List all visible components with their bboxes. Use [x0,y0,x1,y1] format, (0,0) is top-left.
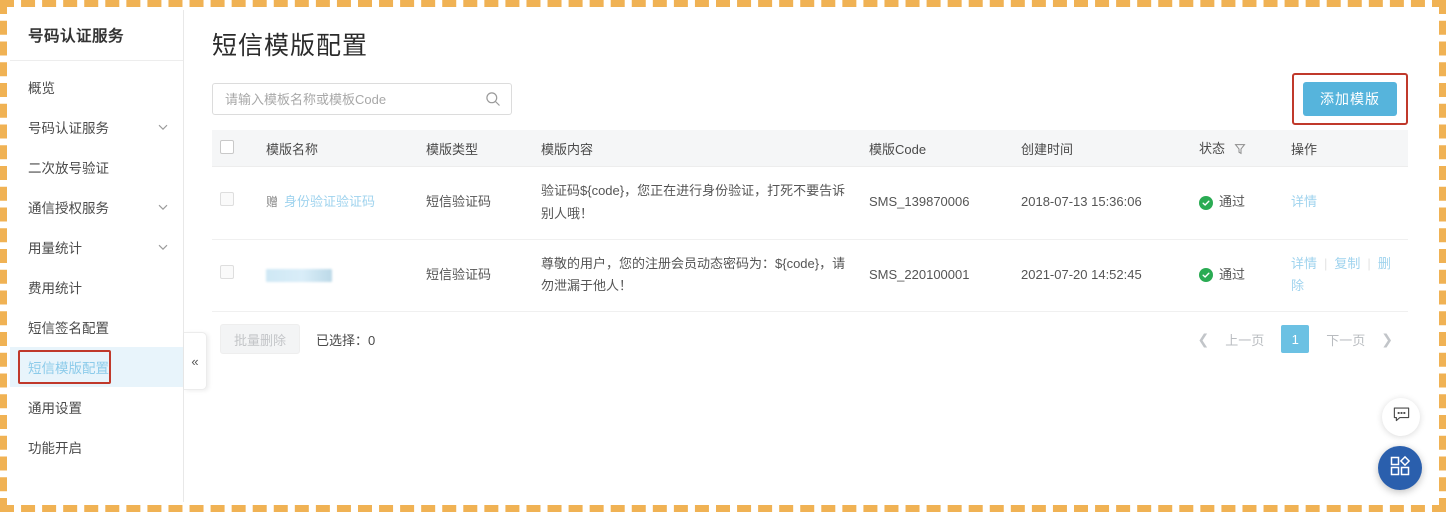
column-header-created-time: 创建时间 [1013,130,1191,167]
pagination-prev-arrow-icon[interactable]: ❮ [1191,325,1217,353]
sidebar-item-cost-stats[interactable]: 费用统计 [10,267,183,307]
table-header-row: 模版名称 模版类型 模版内容 模版Code 创建时间 状态 操作 [212,130,1408,167]
action-separator: | [1324,255,1328,271]
sidebar-item-feature-enable[interactable]: 功能开启 [10,427,183,467]
filter-icon[interactable] [1234,143,1246,158]
pagination-page-1[interactable]: 1 [1281,325,1310,353]
search-input[interactable] [223,90,484,108]
table-row[interactable]: 短信验证码 尊敬的用户，您的注册会员动态密码为：${code}，请勿泄漏于他人！… [212,239,1408,312]
cell-template-name: 赠身份验证验证码 [258,166,418,240]
column-header-actions: 操作 [1283,130,1408,167]
selected-count-value: 0 [368,332,376,348]
chat-bubble-button[interactable] [1382,398,1420,436]
double-chevron-left-icon: « [191,353,199,369]
column-header-status-label: 状态 [1199,141,1226,156]
apps-grid-icon [1388,454,1412,483]
sidebar-item-sms-template-config[interactable]: 短信模版配置 [10,347,183,387]
capture-frame: 号码认证服务 概览 号码认证服务 二次放号验证 通信授权服务 用量统计 费用统计… [0,0,1446,512]
table-footer: 批量删除 已选择：0 ❮ 上一页 1 下一页 ❯ [212,312,1408,366]
sidebar-item-label: 短信模版配置 [28,361,109,376]
gift-tag: 赠 [266,195,279,210]
template-table: 模版名称 模版类型 模版内容 模版Code 创建时间 状态 操作 赠 身份验证验… [212,130,1408,312]
chevron-down-icon [157,241,169,253]
sidebar-divider [10,60,183,61]
redacted-template-name[interactable] [266,268,332,282]
sidebar-collapse-button[interactable]: « [184,332,207,390]
sidebar-item-general-settings[interactable]: 通用设置 [10,387,183,427]
sidebar-item-secondary-number-verify[interactable]: 二次放号验证 [10,147,183,187]
pagination-prev-button[interactable]: 上一页 [1218,325,1271,353]
sidebar-item-comm-auth-service[interactable]: 通信授权服务 [10,187,183,227]
cell-actions: 详情 [1283,166,1408,240]
action-detail-link[interactable]: 详情 [1291,194,1317,209]
sidebar-item-overview[interactable]: 概览 [10,67,183,107]
row-checkbox[interactable] [220,264,234,279]
row-select-cell [212,239,258,312]
page-title: 短信模版配置 [212,32,369,60]
select-all-header [212,130,258,167]
status-check-icon [1199,268,1213,283]
sidebar-item-label: 功能开启 [28,441,82,456]
column-header-type: 模版类型 [418,130,533,167]
action-detail-link[interactable]: 详情 [1291,256,1317,271]
table-header: 模版名称 模版类型 模版内容 模版Code 创建时间 状态 操作 [212,130,1408,167]
sidebar-title: 号码认证服务 [28,28,125,45]
cell-status: 通过 [1191,166,1283,240]
apps-grid-button[interactable] [1378,446,1422,490]
cell-created-time: 2021-07-20 14:52:45 [1013,239,1191,312]
toolbar: 添加模版 [212,73,1408,125]
select-all-checkbox[interactable] [220,139,234,154]
table-row[interactable]: 赠身份验证验证码 短信验证码 验证码${code}，您正在进行身份验证，打死不要… [212,166,1408,240]
sidebar-item-label: 短信签名配置 [28,321,109,336]
search-box[interactable] [212,83,512,115]
cell-created-time: 2018-07-13 15:36:06 [1013,166,1191,240]
selected-count: 已选择：0 [316,330,375,349]
pagination: ❮ 上一页 1 下一页 ❯ [1191,325,1401,353]
cell-template-code: SMS_220100001 [861,239,1013,312]
status-label: 通过 [1219,266,1246,282]
cell-template-type: 短信验证码 [418,239,533,312]
cell-template-code: SMS_139870006 [861,166,1013,240]
pagination-next-arrow-icon[interactable]: ❯ [1374,325,1400,353]
bulk-delete-button[interactable]: 批量删除 [220,324,301,354]
column-header-code: 模版Code [861,130,1013,167]
row-select-cell [212,166,258,240]
cell-actions: 详情 | 复制 | 删除 [1283,239,1408,312]
cell-status: 通过 [1191,239,1283,312]
pagination-next-button[interactable]: 下一页 [1319,325,1372,353]
search-icon[interactable] [484,91,501,108]
chevron-down-icon [157,121,169,133]
template-name-link[interactable]: 身份验证验证码 [284,194,375,209]
cell-template-type: 短信验证码 [418,166,533,240]
sidebar-item-label: 通用设置 [28,401,82,416]
action-copy-link[interactable]: 复制 [1334,256,1360,271]
selected-count-label: 已选择： [316,332,369,348]
sidebar-item-sms-signature-config[interactable]: 短信签名配置 [10,307,183,347]
row-checkbox[interactable] [220,192,234,207]
status-check-icon [1199,195,1213,210]
sidebar-item-label: 用量统计 [28,241,82,256]
cell-template-content: 验证码${code}，您正在进行身份验证，打死不要告诉别人哦！ [533,166,861,240]
action-separator: | [1367,255,1371,271]
status-label: 通过 [1219,194,1246,210]
add-template-button[interactable]: 添加模版 [1303,82,1397,116]
add-template-annotation: 添加模版 [1292,73,1408,125]
sidebar-item-number-auth-service[interactable]: 号码认证服务 [10,107,183,147]
cell-template-name [258,239,418,312]
sidebar-item-usage-stats[interactable]: 用量统计 [10,227,183,267]
chevron-down-icon [157,201,169,213]
sidebar-item-label: 费用统计 [28,281,82,296]
chat-bubble-icon [1392,405,1411,429]
sidebar-item-label: 通信授权服务 [28,201,109,216]
column-header-content: 模版内容 [533,130,861,167]
sidebar-item-label: 概览 [28,81,55,96]
column-header-name: 模版名称 [258,130,418,167]
cell-template-content: 尊敬的用户，您的注册会员动态密码为：${code}，请勿泄漏于他人！ [533,239,861,312]
table-body: 赠身份验证验证码 短信验证码 验证码${code}，您正在进行身份验证，打死不要… [212,166,1408,312]
sidebar: 号码认证服务 概览 号码认证服务 二次放号验证 通信授权服务 用量统计 费用统计… [10,10,184,502]
main-content: 短信模版配置 添加模版 [184,10,1436,502]
sidebar-item-label: 号码认证服务 [28,121,109,136]
sidebar-item-label: 二次放号验证 [28,161,109,176]
column-header-status: 状态 [1191,130,1283,167]
